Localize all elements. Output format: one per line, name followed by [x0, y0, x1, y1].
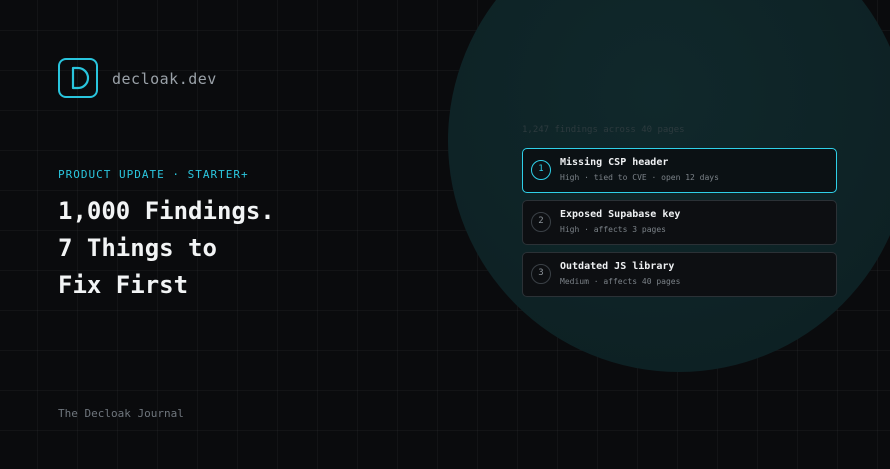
finding-card[interactable]: 3 Outdated JS library Medium · affects 4…: [522, 252, 837, 297]
rank-badge: 1: [531, 160, 551, 180]
rank-badge: 2: [531, 212, 551, 232]
finding-meta: High · affects 3 pages: [560, 225, 666, 234]
finding-meta: High · tied to CVE · open 12 days: [560, 173, 719, 182]
finding-card[interactable]: 1 Missing CSP header High · tied to CVE …: [522, 148, 837, 193]
rank-badge: 3: [531, 264, 551, 284]
finding-title: Missing CSP header: [560, 157, 669, 168]
eyebrow-label: PRODUCT UPDATE · STARTER+: [58, 168, 249, 181]
brand-name: decloak.dev: [112, 70, 217, 88]
journal-label: The Decloak Journal: [58, 407, 184, 420]
finding-title: Exposed Supabase key: [560, 209, 681, 220]
headline-line: 1,000 Findings.: [58, 197, 275, 225]
finding-card[interactable]: 2 Exposed Supabase key High · affects 3 …: [522, 200, 837, 245]
findings-summary: 1,247 findings across 40 pages: [522, 125, 685, 135]
headline-line: 7 Things to: [58, 234, 217, 262]
finding-meta: Medium · affects 40 pages: [560, 277, 681, 286]
headline: 1,000 Findings. 7 Things to Fix First: [58, 193, 275, 304]
finding-title: Outdated JS library: [560, 261, 675, 272]
headline-line: Fix First: [58, 271, 189, 299]
d-letter-logo-icon: [58, 58, 98, 98]
findings-list: 1 Missing CSP header High · tied to CVE …: [522, 148, 837, 304]
hero-canvas: decloak.dev PRODUCT UPDATE · STARTER+ 1,…: [0, 0, 890, 469]
